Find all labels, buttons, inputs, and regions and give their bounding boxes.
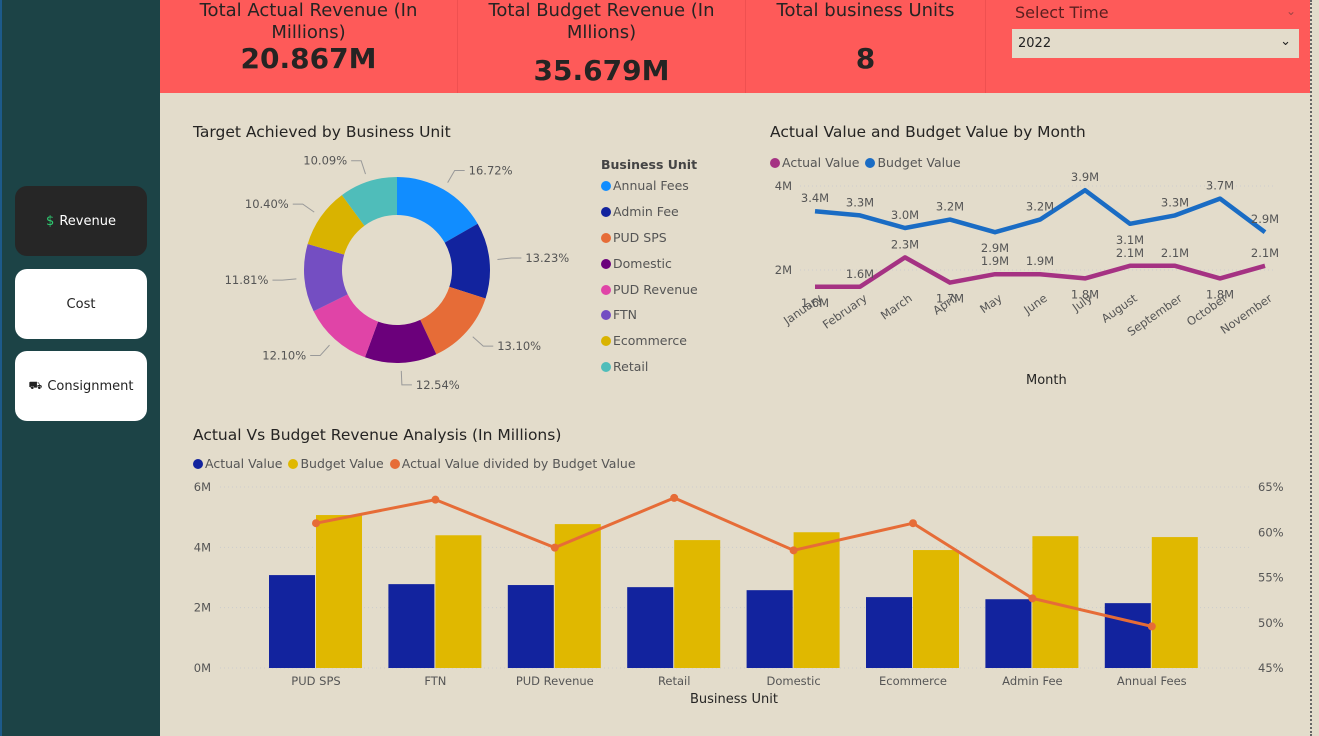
y-tick: 2M xyxy=(194,601,211,615)
ratio-point xyxy=(431,495,440,504)
data-label: 3.3M xyxy=(846,195,874,209)
y-tick: 4M xyxy=(775,179,792,193)
slice-label: 16.72% xyxy=(469,164,513,178)
slice-label: 11.81% xyxy=(225,273,269,287)
data-label: 2.1M xyxy=(1161,246,1189,260)
bar-actual xyxy=(627,587,674,668)
data-label: 2.1M xyxy=(1116,246,1144,260)
y2-tick: 45% xyxy=(1258,661,1284,675)
leader-line xyxy=(400,370,412,386)
data-label: 1.9M xyxy=(981,254,1009,268)
data-label: 2.1M xyxy=(1251,246,1279,260)
ratio-point xyxy=(1147,622,1156,631)
data-label: 3.3M xyxy=(1161,195,1189,209)
y-tick: 0M xyxy=(194,661,211,675)
leader-line xyxy=(472,336,494,347)
slice-label: 10.09% xyxy=(303,154,347,168)
leader-line xyxy=(447,170,465,183)
slice-label: 13.23% xyxy=(525,251,569,265)
x-tick: May xyxy=(977,291,1005,316)
x-tick: Retail xyxy=(658,674,691,688)
ratio-point xyxy=(670,493,679,502)
y-tick: 2M xyxy=(775,263,792,277)
data-label: 2.3M xyxy=(891,237,919,251)
x-tick: PUD SPS xyxy=(291,674,340,688)
ratio-point xyxy=(909,519,917,528)
data-label: 1.9M xyxy=(1026,254,1054,268)
bar-actual xyxy=(1104,603,1151,668)
leader-line xyxy=(272,278,297,281)
x-tick: FTN xyxy=(424,674,446,688)
bar-budget xyxy=(435,535,482,668)
bar-actual xyxy=(507,585,554,668)
data-label: 3.2M xyxy=(936,200,964,214)
ratio-point xyxy=(1028,594,1037,603)
data-label: 1.6M xyxy=(846,267,874,281)
bar-actual xyxy=(388,584,435,668)
bar-budget xyxy=(674,540,721,668)
bar-actual xyxy=(269,575,315,668)
data-label: 3.7M xyxy=(1206,179,1234,193)
bar-actual xyxy=(866,597,912,668)
ratio-point xyxy=(789,546,798,555)
data-label: 2.9M xyxy=(1251,212,1279,226)
bar-budget xyxy=(316,515,362,668)
leader-line xyxy=(497,257,522,260)
y2-tick: 55% xyxy=(1258,571,1284,585)
bar-budget xyxy=(793,532,840,668)
slice-label: 12.10% xyxy=(262,349,306,363)
charts-canvas: 16.72% 13.23% 13.10% 12.54% 12.10% 11.81% 10.4… xyxy=(194,154,1284,688)
bar-budget xyxy=(1151,537,1198,668)
x-tick: PUD Revenue xyxy=(516,674,594,688)
data-label: 3.1M xyxy=(1116,233,1144,247)
slice-label: 12.54% xyxy=(416,378,460,392)
leader-line xyxy=(310,344,330,357)
x-tick: Domestic xyxy=(767,674,821,688)
x-tick: Ecommerce xyxy=(879,674,947,688)
data-label: 2.9M xyxy=(981,241,1009,255)
x-tick: Annual Fees xyxy=(1117,674,1187,688)
slice-label: 10.40% xyxy=(245,197,289,211)
y2-tick: 65% xyxy=(1258,480,1284,494)
y-tick: 6M xyxy=(194,480,211,494)
y-tick: 4M xyxy=(194,540,211,554)
leader-line xyxy=(292,203,315,213)
ratio-point xyxy=(312,519,320,528)
data-label: 3.2M xyxy=(1026,200,1054,214)
slice-label: 13.10% xyxy=(497,339,541,353)
x-tick: Admin Fee xyxy=(1002,674,1062,688)
leader-line xyxy=(351,160,366,175)
bar-budget xyxy=(1032,536,1079,668)
y2-tick: 60% xyxy=(1258,525,1284,539)
bar-actual xyxy=(746,590,793,668)
bar-budget xyxy=(913,550,959,668)
data-label: 3.4M xyxy=(801,191,829,205)
data-label: 3.0M xyxy=(891,208,919,222)
x-tick: June xyxy=(1020,291,1049,317)
y2-tick: 50% xyxy=(1258,616,1284,630)
bar-actual xyxy=(985,599,1032,668)
ratio-point xyxy=(550,543,559,552)
x-tick: March xyxy=(878,291,915,323)
data-label: 3.9M xyxy=(1071,170,1099,184)
